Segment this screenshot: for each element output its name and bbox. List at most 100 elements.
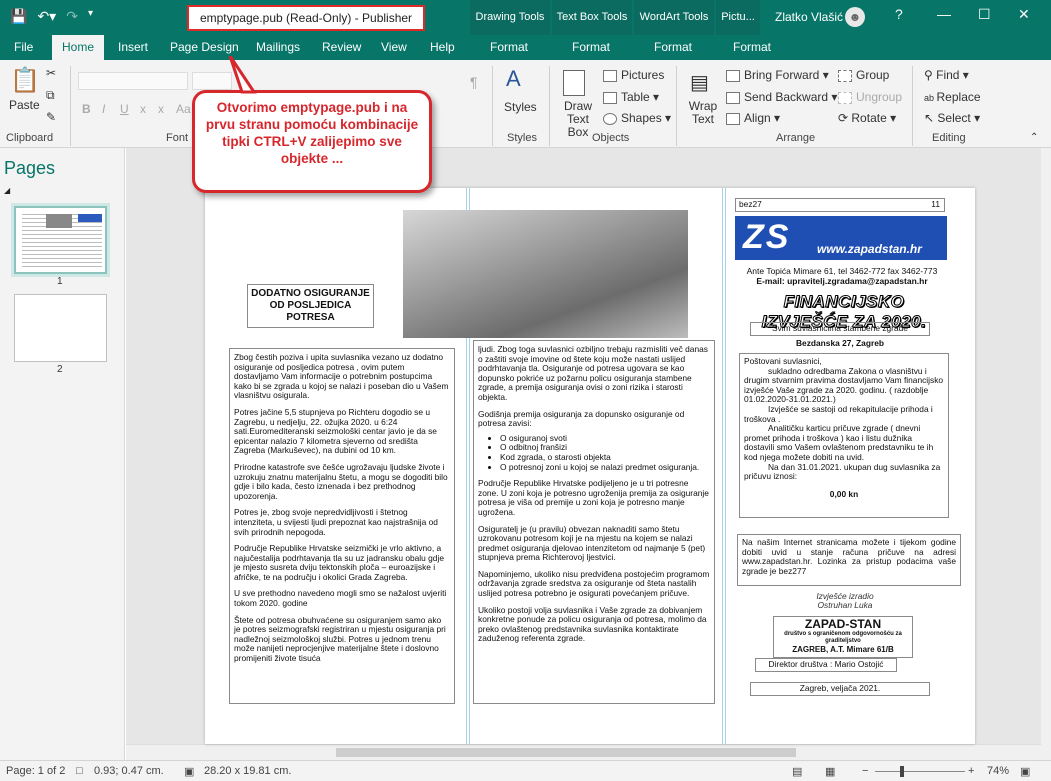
select-icon: ↖ bbox=[924, 111, 938, 125]
group-icon bbox=[838, 69, 852, 82]
quick-access-toolbar: 💾 ↶▾ ↷ ▾ bbox=[10, 8, 93, 25]
bring-forward-button[interactable]: Bring Forward ▾ bbox=[726, 68, 829, 82]
page-indicator[interactable]: Page: 1 of 2 bbox=[6, 765, 65, 777]
rotate-button[interactable]: ⟳ Rotate ▾ bbox=[838, 111, 896, 125]
paste-button[interactable]: Paste bbox=[9, 98, 40, 112]
object-size-icon: ▣ bbox=[184, 766, 195, 778]
article-column-1[interactable]: Zbog čestih poziva i upita suvlasnika ve… bbox=[229, 348, 455, 704]
redo-icon[interactable]: ↷ bbox=[66, 8, 78, 25]
minimize-button[interactable]: — bbox=[937, 6, 951, 22]
italic-button[interactable]: I bbox=[102, 102, 105, 116]
tab-format-drawing[interactable]: Format bbox=[490, 35, 528, 60]
group-button[interactable]: Group bbox=[838, 68, 889, 82]
align-label: Align bbox=[744, 111, 771, 125]
pilcrow-icon[interactable]: ¶ bbox=[470, 74, 478, 90]
undo-icon[interactable]: ↶▾ bbox=[37, 8, 56, 25]
collapse-icon[interactable]: ◢ bbox=[4, 186, 10, 195]
styles-button[interactable]: Styles bbox=[504, 100, 537, 114]
customize-qat-icon[interactable]: ▾ bbox=[88, 8, 93, 25]
zoom-in-icon[interactable]: + bbox=[968, 765, 974, 777]
avatar[interactable]: ☻ bbox=[845, 7, 865, 27]
tab-review[interactable]: Review bbox=[322, 35, 361, 60]
table-button[interactable]: Table ▾ bbox=[603, 90, 659, 104]
paragraph: Zbog čestih poziva i upita suvlasnika ve… bbox=[234, 352, 449, 401]
wrap-text-button[interactable]: Wrap Text bbox=[688, 100, 718, 126]
paragraph: Područje Republike Hrvatske seizmički je… bbox=[234, 543, 444, 582]
zapadstan-logo[interactable]: ZS www.zapadstan.hr bbox=[735, 216, 947, 260]
format-painter-icon[interactable]: ✎ bbox=[46, 110, 56, 124]
tab-format-textbox[interactable]: Format bbox=[572, 35, 610, 60]
tab-format-wordart[interactable]: Format bbox=[654, 35, 692, 60]
page-thumbnail-1[interactable] bbox=[11, 203, 110, 277]
cut-icon[interactable]: ✂ bbox=[46, 66, 56, 80]
wrap-text-icon[interactable]: ▤ bbox=[690, 70, 709, 95]
paragraph: Štete od potresa obuhvaćene su osiguranj… bbox=[234, 614, 446, 664]
select-button[interactable]: ↖ Select ▾ bbox=[924, 111, 980, 125]
cursor-position-icon: □ bbox=[76, 765, 83, 777]
clear-formatting-button[interactable]: Aa bbox=[176, 102, 191, 116]
shapes-button[interactable]: Shapes ▾ bbox=[603, 111, 671, 125]
paragraph: Analitičku karticu pričuve zgrade ( dnev… bbox=[744, 423, 934, 462]
tab-insert[interactable]: Insert bbox=[118, 35, 148, 60]
internet-notice[interactable]: Na našim Internet stranicama možete i ti… bbox=[737, 534, 961, 586]
tab-home[interactable]: Home bbox=[52, 35, 105, 60]
user-name[interactable]: Zlatko Vlašić bbox=[775, 10, 843, 24]
page-thumbnail-2[interactable] bbox=[14, 294, 107, 362]
tab-file[interactable]: File bbox=[14, 35, 33, 60]
vertical-scrollbar[interactable] bbox=[1041, 148, 1051, 760]
styles-icon[interactable]: A bbox=[506, 66, 521, 92]
director-line[interactable]: Direktor društva : Mario Ostojić bbox=[755, 658, 897, 672]
zoom-slider[interactable] bbox=[875, 771, 965, 772]
help-button[interactable]: ? bbox=[895, 6, 903, 22]
tab-mailings[interactable]: Mailings bbox=[256, 35, 300, 60]
send-backward-button[interactable]: Send Backward ▾ bbox=[726, 90, 837, 104]
pictures-icon bbox=[603, 69, 617, 82]
two-page-view-icon[interactable]: ▦ bbox=[825, 765, 835, 778]
tab-format-picture[interactable]: Format bbox=[733, 35, 771, 60]
company-address: Ante Topića Mimare 61, tel 3462-772 fax … bbox=[746, 266, 938, 276]
status-bar: Page: 1 of 2 □ 0.93; 0.47 cm. ▣ 28.20 x … bbox=[0, 760, 1051, 781]
copy-icon[interactable]: ⧉ bbox=[46, 88, 55, 103]
restore-button[interactable]: ☐ bbox=[978, 6, 991, 23]
group-label: Group bbox=[856, 68, 890, 82]
single-page-view-icon[interactable]: ▤ bbox=[792, 765, 802, 778]
company-stamp[interactable]: ZAPAD-STAN društvo s ograničenom odgovor… bbox=[773, 616, 913, 658]
zoom-out-icon[interactable]: − bbox=[862, 765, 868, 777]
earthquake-photo[interactable] bbox=[403, 210, 688, 338]
context-wordart-tools: WordArt Tools bbox=[634, 0, 714, 35]
article-column-2[interactable]: ljudi. Zbog toga suvlasnici ozbiljno tre… bbox=[473, 340, 715, 704]
divider bbox=[676, 66, 677, 146]
tab-view[interactable]: View bbox=[381, 35, 407, 60]
date-line[interactable]: Zagreb, veljača 2021. bbox=[750, 682, 930, 696]
find-button[interactable]: ⚲ Find ▾ bbox=[924, 68, 969, 82]
subscript-button[interactable]: x bbox=[140, 102, 146, 116]
save-icon[interactable]: 💾 bbox=[10, 8, 27, 25]
tab-help[interactable]: Help bbox=[430, 35, 455, 60]
recipient-line[interactable]: Svim suvlasnicima stambene zgrade bbox=[750, 322, 930, 336]
zoom-slider-thumb[interactable] bbox=[900, 766, 904, 777]
building-code-box[interactable]: bez27 11 bbox=[735, 198, 945, 212]
page-number-label: 11 bbox=[931, 199, 940, 209]
logo-url: www.zapadstan.hr bbox=[817, 242, 922, 256]
underline-button[interactable]: U bbox=[120, 102, 129, 116]
letter-body[interactable]: Poštovani suvlasnici, sukladno odredbama… bbox=[739, 353, 949, 518]
paste-icon[interactable]: 📋 bbox=[10, 66, 40, 95]
zoom-level[interactable]: 74% bbox=[987, 765, 1009, 777]
table-label: Table bbox=[621, 90, 650, 104]
ungroup-button[interactable]: Ungroup bbox=[838, 90, 902, 104]
horizontal-scrollbar[interactable] bbox=[126, 744, 1041, 760]
pictures-button[interactable]: Pictures bbox=[603, 68, 664, 82]
paragraph: Izvješće se sastoji od rekapitulacije pr… bbox=[744, 403, 933, 424]
stamp-company-type: društvo s ograničenom odgovornošću za gr… bbox=[784, 631, 902, 644]
collapse-ribbon-icon[interactable]: ⌃ bbox=[1030, 132, 1038, 143]
close-button[interactable]: ✕ bbox=[1018, 6, 1030, 23]
align-button[interactable]: Align ▾ bbox=[726, 111, 780, 125]
fit-page-icon[interactable]: ▣ bbox=[1020, 765, 1030, 778]
font-name-select[interactable] bbox=[78, 72, 188, 90]
text-box-icon[interactable] bbox=[563, 70, 585, 96]
find-label: Find bbox=[936, 68, 960, 82]
article-heading[interactable]: DODATNO OSIGURANJE OD POSLJEDICA POTRESA bbox=[247, 284, 374, 328]
replace-button[interactable]: ab Replace bbox=[924, 90, 981, 104]
superscript-button[interactable]: x bbox=[158, 102, 164, 116]
bold-button[interactable]: B bbox=[82, 102, 91, 116]
